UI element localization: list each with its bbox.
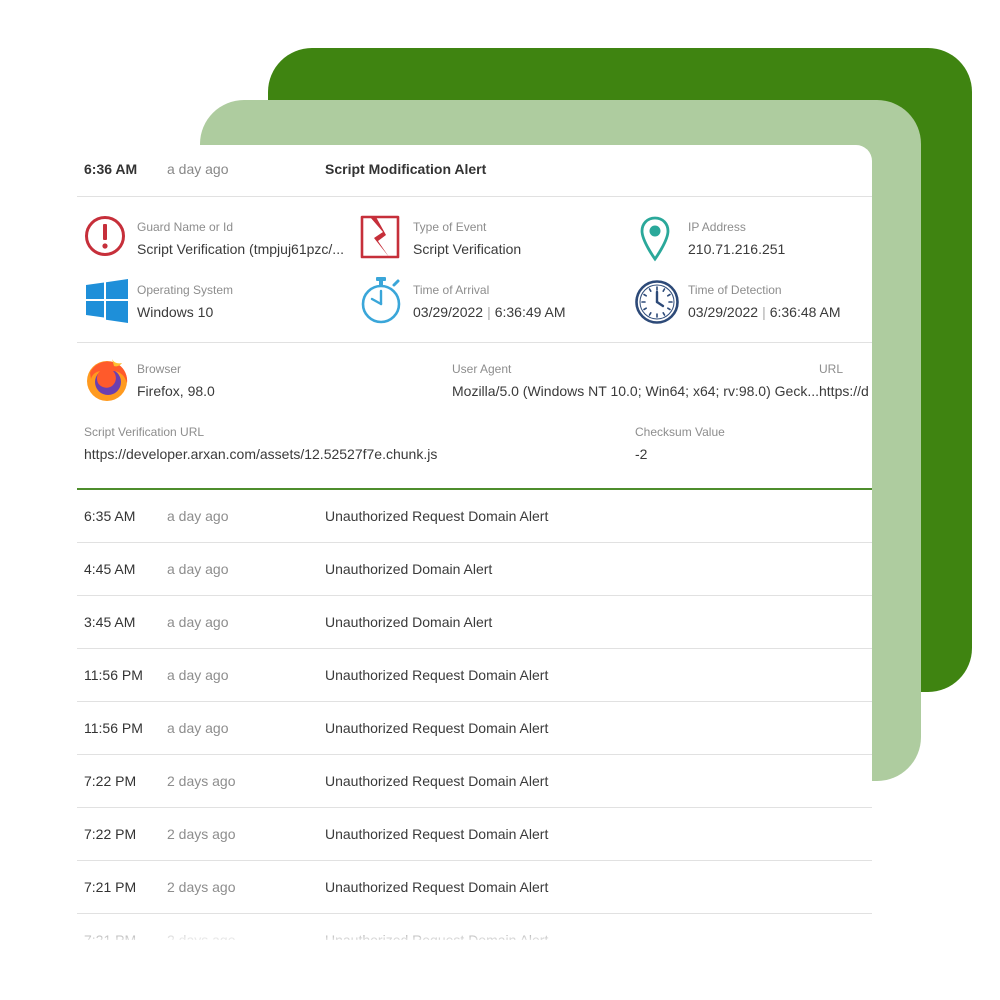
url-label: URL [819, 362, 844, 376]
os-field: Operating System Windows 10 [137, 283, 233, 320]
alert-row-time: 7:22 PM [84, 826, 137, 842]
browser-value: Firefox, 98.0 [137, 383, 215, 399]
detection-time-value: 03/29/2022 | 6:36:48 AM [688, 304, 841, 320]
user-agent-label: User Agent [452, 362, 512, 376]
alert-row-title: Unauthorized Domain Alert [325, 614, 493, 630]
alert-row-relative-time: a day ago [167, 561, 229, 577]
alert-row-title: Unauthorized Request Domain Alert [325, 508, 549, 524]
alert-row-time: 3:45 AM [84, 614, 136, 630]
alert-row-time: 7:22 PM [84, 773, 137, 789]
detection-separator: | [762, 304, 766, 320]
arrival-clock: 6:36:49 AM [494, 304, 566, 320]
checksum-field: Checksum Value -2 [635, 425, 725, 462]
guard-value: Script Verification (tmpjuj61pzc/... [137, 241, 344, 257]
alert-row[interactable]: 7:21 PM 2 days ago Unauthorized Request … [77, 861, 872, 914]
user-agent-value: Mozilla/5.0 (Windows NT 10.0; Win64; x64… [452, 383, 819, 399]
alert-row-relative-time: a day ago [167, 614, 229, 630]
alert-row[interactable]: 7:22 PM 2 days ago Unauthorized Request … [77, 808, 872, 861]
event-type-value: Script Verification [413, 241, 522, 257]
alert-row-time: 6:35 AM [84, 508, 136, 524]
alert-card: 6:36 AM a day ago Script Modification Al… [77, 145, 872, 940]
alert-row-title: Unauthorized Request Domain Alert [325, 932, 549, 940]
arrival-separator: | [487, 304, 491, 320]
arrival-time-value: 03/29/2022 | 6:36:49 AM [413, 304, 566, 320]
alert-row-title: Unauthorized Request Domain Alert [325, 879, 549, 895]
alert-row-relative-time: a day ago [167, 667, 229, 683]
alert-row-title: Unauthorized Request Domain Alert [325, 720, 549, 736]
alert-row-title: Unauthorized Request Domain Alert [325, 773, 549, 789]
alert-row-time: 4:45 AM [84, 561, 136, 577]
detection-date: 03/29/2022 [688, 304, 759, 320]
alert-row-title: Unauthorized Request Domain Alert [325, 826, 549, 842]
alert-row[interactable]: 4:45 AM a day ago Unauthorized Domain Al… [77, 543, 872, 596]
alert-row-title: Unauthorized Domain Alert [325, 561, 493, 577]
url-field: URL https://d [819, 362, 872, 399]
ip-address-value: 210.71.216.251 [688, 241, 786, 257]
arrival-date: 03/29/2022 [413, 304, 484, 320]
alert-row[interactable]: 11:56 PM a day ago Unauthorized Request … [77, 649, 872, 702]
alert-row[interactable]: 3:45 AM a day ago Unauthorized Domain Al… [77, 596, 872, 649]
alert-relative-time: a day ago [167, 161, 229, 177]
arrival-time-label: Time of Arrival [413, 283, 490, 297]
section-divider [77, 342, 872, 343]
exclamation-circle-icon [85, 216, 125, 256]
alert-row-time: 7:21 PM [84, 879, 137, 895]
detection-time-field: Time of Detection 03/29/2022 | 6:36:48 AM [688, 283, 841, 320]
expanded-alert-header[interactable]: 6:36 AM a day ago Script Modification Al… [77, 145, 872, 197]
alert-title: Script Modification Alert [325, 161, 487, 177]
broken-file-icon [360, 215, 400, 259]
alert-row-title: Unauthorized Request Domain Alert [325, 667, 549, 683]
event-type-label: Type of Event [413, 220, 487, 234]
checksum-label: Checksum Value [635, 425, 725, 439]
ip-address-field: IP Address 210.71.216.251 [688, 220, 785, 257]
ip-address-label: IP Address [688, 220, 746, 234]
guard-field: Guard Name or Id Script Verification (tm… [137, 220, 344, 257]
event-type-field: Type of Event Script Verification [413, 220, 521, 257]
browser-label: Browser [137, 362, 182, 376]
url-value: https://d [819, 383, 869, 399]
alert-row-relative-time: 2 days ago [167, 826, 236, 842]
alert-row-time: 7:21 PM [84, 932, 137, 940]
detection-time-label: Time of Detection [688, 283, 782, 297]
arrival-time-field: Time of Arrival 03/29/2022 | 6:36:49 AM [413, 283, 566, 320]
clock-icon [635, 280, 679, 324]
alert-row-relative-time: a day ago [167, 508, 229, 524]
alert-row[interactable]: 7:22 PM 2 days ago Unauthorized Request … [77, 755, 872, 808]
detection-clock: 6:36:48 AM [769, 304, 841, 320]
guard-label: Guard Name or Id [137, 220, 234, 234]
alert-row[interactable]: 7:21 PM 2 days ago Unauthorized Request … [77, 914, 872, 940]
alert-row-relative-time: 2 days ago [167, 773, 236, 789]
checksum-value: -2 [635, 446, 648, 462]
alert-list: 6:35 AM a day ago Unauthorized Request D… [77, 490, 872, 940]
alert-time: 6:36 AM [84, 161, 138, 177]
browser-field: Browser Firefox, 98.0 [137, 362, 215, 399]
stopwatch-icon [361, 277, 401, 324]
script-url-label: Script Verification URL [84, 425, 205, 439]
script-url-value: https://developer.arxan.com/assets/12.52… [84, 446, 438, 462]
alert-row-time: 11:56 PM [84, 720, 143, 736]
alert-row[interactable]: 11:56 PM a day ago Unauthorized Request … [77, 702, 872, 755]
alert-row-relative-time: 2 days ago [167, 932, 236, 940]
map-pin-icon [640, 216, 670, 262]
alert-row-relative-time: a day ago [167, 720, 229, 736]
alert-row-relative-time: 2 days ago [167, 879, 236, 895]
os-label: Operating System [137, 283, 234, 297]
alert-row-time: 11:56 PM [84, 667, 143, 683]
user-agent-field: User Agent Mozilla/5.0 (Windows NT 10.0;… [452, 362, 819, 399]
script-url-field: Script Verification URL https://develope… [84, 425, 437, 462]
windows-logo-icon [86, 279, 128, 323]
firefox-logo-icon [87, 359, 128, 401]
os-value: Windows 10 [137, 304, 214, 320]
alert-row[interactable]: 6:35 AM a day ago Unauthorized Request D… [77, 490, 872, 543]
